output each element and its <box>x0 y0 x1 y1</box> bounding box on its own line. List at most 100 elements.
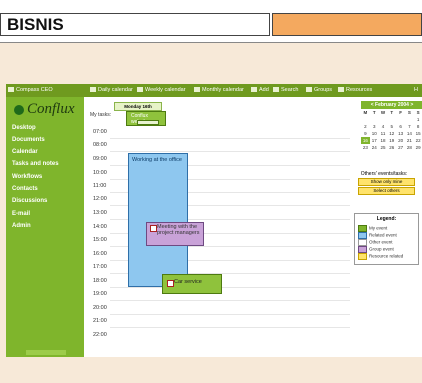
legend-item: Related event <box>358 232 397 239</box>
page-header: BISNIS <box>0 0 422 40</box>
header-title: BISNIS <box>7 15 64 34</box>
calendar-day[interactable]: 18 <box>379 137 388 144</box>
weekday: T <box>390 110 394 115</box>
calendar-day[interactable]: 15 <box>414 130 422 137</box>
calendar-day[interactable] <box>370 116 379 123</box>
toolbar-label: Search <box>281 87 299 93</box>
calendar-day[interactable] <box>361 116 370 123</box>
calendar-day[interactable]: 6 <box>396 123 405 130</box>
calendar-week: 2 3 4 5 6 7 8 <box>361 123 422 130</box>
select-others-button[interactable]: Select others <box>358 187 415 195</box>
calendar-day[interactable]: 11 <box>379 130 388 137</box>
sidebar-item-discussions[interactable]: Discussions <box>12 198 47 204</box>
add-icon <box>251 87 257 93</box>
calendar-day[interactable]: 17 <box>370 137 379 144</box>
hour-line <box>110 314 350 315</box>
calendar-day[interactable]: 28 <box>405 144 414 151</box>
time-label: 22:00 <box>93 332 107 338</box>
sidebar-item-admin[interactable]: Admin <box>12 223 31 229</box>
calendar-day[interactable]: 4 <box>379 123 388 130</box>
calendar-week: 23 24 25 26 27 28 29 <box>361 144 422 151</box>
legend-label: Other event <box>369 239 393 245</box>
calendar-week: 16 17 18 19 20 21 22 <box>361 137 422 144</box>
legend-label: Related event <box>369 232 397 238</box>
toolbar-label: H <box>414 87 418 93</box>
toolbar-label: Groups <box>314 87 333 93</box>
calendar-day[interactable]: 5 <box>387 123 396 130</box>
toolbar-item-groups[interactable]: Groups <box>306 87 332 93</box>
sidebar-item-email[interactable]: E-mail <box>12 211 30 217</box>
hour-line <box>110 300 350 301</box>
time-label: 14:00 <box>93 224 107 230</box>
sidebar-item-workflows[interactable]: Workflows <box>12 174 42 180</box>
calendar-icon <box>194 87 200 93</box>
toolbar-item-company[interactable]: Compass CEO <box>8 87 53 93</box>
calendar-day[interactable]: 13 <box>396 130 405 137</box>
calendar-day[interactable]: 3 <box>370 123 379 130</box>
toolbar-item-help[interactable]: H <box>414 87 418 93</box>
calendar-day[interactable]: 26 <box>387 144 396 151</box>
office-event[interactable]: Working at the office <box>128 153 188 287</box>
weekday: S <box>416 110 420 115</box>
calendar-day[interactable]: 8 <box>414 123 422 130</box>
toolbar-item-daily[interactable]: Daily calendar <box>90 87 133 93</box>
calendar-day[interactable]: 29 <box>414 144 422 151</box>
hour-line <box>110 138 350 139</box>
legend-swatch <box>358 232 367 239</box>
time-label: 19:00 <box>93 291 107 297</box>
calendar-day[interactable]: 22 <box>414 137 422 144</box>
calendar-day[interactable]: 12 <box>387 130 396 137</box>
calendar-day[interactable]: 23 <box>361 144 370 151</box>
person-icon <box>8 87 14 93</box>
logo-text: Conflux <box>27 101 75 117</box>
meeting-event-label: Meeting with the project managers <box>157 224 200 236</box>
my-tasks-label: My tasks: <box>90 112 112 118</box>
calendar-day[interactable]: 25 <box>379 144 388 151</box>
sidebar-item-desktop[interactable]: Desktop <box>12 125 36 131</box>
calendar-day[interactable]: 1 <box>414 116 422 123</box>
calendar-day[interactable]: 14 <box>405 130 414 137</box>
legend-item: Other event <box>358 239 393 246</box>
calendar-day[interactable]: 19 <box>387 137 396 144</box>
sidebar-item-calendar[interactable]: Calendar <box>12 149 38 155</box>
time-label: 13:00 <box>93 210 107 216</box>
time-label: 10:00 <box>93 170 107 176</box>
calendar-title[interactable]: < February 2004 > <box>361 101 422 109</box>
toolbar-item-resources[interactable]: Resources <box>338 87 372 93</box>
toolbar-item-add[interactable]: Add <box>251 87 269 93</box>
show-only-mine-button[interactable]: Show only mine <box>358 178 415 186</box>
time-label: 18:00 <box>93 278 107 284</box>
day-header[interactable]: Monday 16th <box>114 102 162 111</box>
time-label: 21:00 <box>93 318 107 324</box>
toolbar-label: Daily calendar <box>98 87 133 93</box>
toolbar-item-search[interactable]: Search <box>273 87 298 93</box>
calendar-day[interactable]: 20 <box>396 137 405 144</box>
calendar-day[interactable]: 9 <box>361 130 370 137</box>
car-event[interactable]: Car service <box>162 274 222 294</box>
weekday: W <box>380 110 386 115</box>
time-label: 17:00 <box>93 264 107 270</box>
mini-calendar: < February 2004 > M T W T F S S 1 2 3 4 … <box>361 101 422 161</box>
toolbar-item-weekly[interactable]: Weekly calendar <box>137 87 186 93</box>
meeting-event[interactable]: Meeting with the project managers <box>146 222 204 246</box>
calendar-day[interactable] <box>396 116 405 123</box>
calendar-day[interactable]: 21 <box>405 137 414 144</box>
weekday: M <box>363 110 368 115</box>
calendar-day-today[interactable]: 16 <box>361 137 370 144</box>
legend-swatch <box>358 239 367 246</box>
weekday: S <box>407 110 411 115</box>
calendar-day[interactable]: 27 <box>396 144 405 151</box>
sidebar-item-tasks[interactable]: Tasks and notes <box>12 161 59 167</box>
calendar-day[interactable]: 7 <box>405 123 414 130</box>
calendar-day[interactable]: 10 <box>370 130 379 137</box>
calendar-day[interactable] <box>405 116 414 123</box>
task-event[interactable]: Conflux website <box>126 111 166 126</box>
calendar-day[interactable]: 24 <box>370 144 379 151</box>
sidebar-item-documents[interactable]: Documents <box>12 137 45 143</box>
calendar-day[interactable] <box>387 116 396 123</box>
calendar-day[interactable] <box>379 116 388 123</box>
weekday-row: M T W T F S S <box>361 109 422 116</box>
toolbar-item-monthly[interactable]: Monthly calendar <box>194 87 244 93</box>
calendar-day[interactable]: 2 <box>361 123 370 130</box>
sidebar-item-contacts[interactable]: Contacts <box>12 186 38 192</box>
